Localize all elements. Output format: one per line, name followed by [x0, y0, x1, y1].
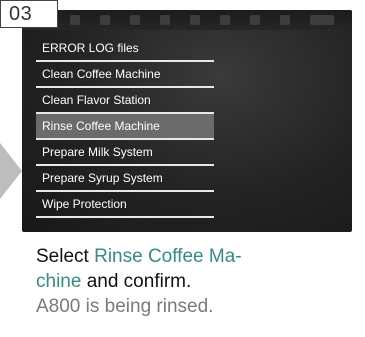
- instruction-suffix: and confirm.: [81, 271, 192, 292]
- pointer-arrow-icon: [0, 143, 22, 199]
- status-icon: [70, 15, 80, 25]
- status-icon: [250, 15, 260, 25]
- instruction-prefix: Select: [36, 246, 95, 267]
- status-icon: [190, 15, 200, 25]
- status-icon: [100, 15, 110, 25]
- menu-item-clean-flavor-station[interactable]: Clean Flavor Station: [36, 88, 214, 114]
- instruction-highlight: Rinse Coffee Ma-: [94, 246, 242, 267]
- step-number-badge: 03: [0, 0, 58, 28]
- instruction-result: A800 is being rinsed.: [36, 296, 214, 317]
- menu-item-clean-coffee-machine[interactable]: Clean Coffee Machine: [36, 62, 214, 88]
- status-icon: [160, 15, 170, 25]
- wrench-icon: [280, 15, 290, 25]
- status-icon: [220, 15, 230, 25]
- menu-item-error-log-files[interactable]: ERROR LOG files: [36, 36, 214, 62]
- display-status-bar: [22, 10, 352, 30]
- instruction-highlight: chine: [36, 271, 82, 292]
- instruction-line-2: chine and confirm.: [36, 269, 356, 294]
- battery-icon: [310, 15, 334, 25]
- instruction-text: Select Rinse Coffee Ma- chine and confir…: [36, 244, 356, 319]
- instruction-line-1: Select Rinse Coffee Ma-: [36, 244, 356, 269]
- menu-item-prepare-milk-system[interactable]: Prepare Milk System: [36, 140, 214, 166]
- menu-item-rinse-coffee-machine[interactable]: Rinse Coffee Machine: [36, 114, 214, 140]
- maintenance-menu: ERROR LOG files Clean Coffee Machine Cle…: [36, 36, 214, 218]
- status-icon: [130, 15, 140, 25]
- menu-item-prepare-syrup-system[interactable]: Prepare Syrup System: [36, 166, 214, 192]
- menu-item-wipe-protection[interactable]: Wipe Protection: [36, 192, 214, 218]
- device-display: ERROR LOG files Clean Coffee Machine Cle…: [22, 10, 352, 232]
